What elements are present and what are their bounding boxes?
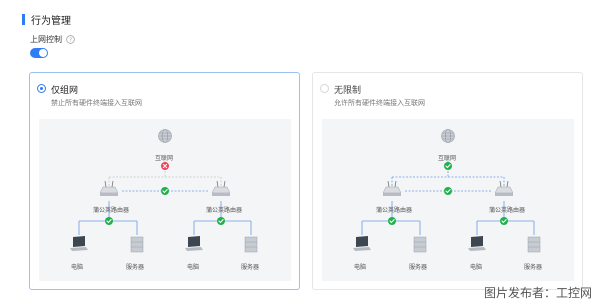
option-card-network-only[interactable]: 仅组网 禁止所有硬件终端接入互联网 互联网 蒲公英路由器 蒲公英路由器 电脑 服… [29,72,300,290]
control-label: 上网控制 [30,35,62,44]
control-label-row: 上网控制 ? [30,34,75,45]
internet-label: 互联网 [155,155,174,162]
server-icon [130,236,144,253]
watermark: 图片发布者：工控网 [483,286,592,300]
computer-icon [468,236,486,251]
network-diagram: 互联网 蒲公英路由器 蒲公英路由器 电脑 服务器 电脑 服务器 [39,119,291,281]
option-description: 禁止所有硬件终端接入互联网 [51,99,142,107]
server-icon [244,236,258,253]
pc-right-label: 电脑 [187,264,200,271]
connected-check-icon [161,187,169,195]
option-title: 仅组网 [51,86,79,96]
option-radio[interactable] [37,84,46,93]
connected-check-icon [444,187,452,195]
globe-icon [441,129,455,143]
network-diagram: 互联网 蒲公英路由器 蒲公英路由器 电脑 服务器 电脑 服务器 [322,119,574,281]
router-icon [211,180,231,196]
connected-check-icon [388,217,396,225]
server-left-label: 服务器 [126,264,145,271]
computer-icon [185,236,203,251]
option-description: 允许所有硬件终端接入互联网 [334,99,425,107]
server-left-label: 服务器 [409,264,428,271]
router-left-label: 蒲公英路由器 [93,207,130,214]
computer-icon [353,236,371,251]
connected-check-icon [444,162,452,170]
pc-left-label: 电脑 [71,264,84,271]
router-icon [99,180,119,196]
diagram-lines [353,129,541,253]
blocked-x-icon [161,162,169,170]
server-icon [413,236,427,253]
diagram-lines [70,129,258,253]
section-header: 行为管理 [22,12,71,27]
option-radio[interactable] [320,84,329,93]
router-right-label: 蒲公英路由器 [206,207,243,214]
router-right-label: 蒲公英路由器 [489,207,526,214]
server-right-label: 服务器 [241,264,260,271]
control-toggle[interactable] [30,48,48,58]
help-icon[interactable]: ? [66,35,75,44]
globe-icon [158,129,172,143]
connected-check-icon [500,217,508,225]
server-right-label: 服务器 [524,264,543,271]
server-icon [527,236,541,253]
router-icon [494,180,514,196]
pc-right-label: 电脑 [470,264,483,271]
internet-label: 互联网 [438,155,457,162]
router-left-label: 蒲公英路由器 [376,207,413,214]
section-accent-bar [22,14,25,25]
router-icon [382,180,402,196]
toggle-knob [39,49,47,57]
svg-text:?: ? [69,37,72,43]
computer-icon [70,236,88,251]
pc-left-label: 电脑 [354,264,367,271]
option-card-unrestricted[interactable]: 无限制 允许所有硬件终端接入互联网 互联网 蒲公英路由器 蒲公英路由器 电脑 服… [312,72,583,290]
section-title: 行为管理 [31,16,71,27]
connected-check-icon [105,217,113,225]
connected-check-icon [217,217,225,225]
option-title: 无限制 [334,86,362,96]
